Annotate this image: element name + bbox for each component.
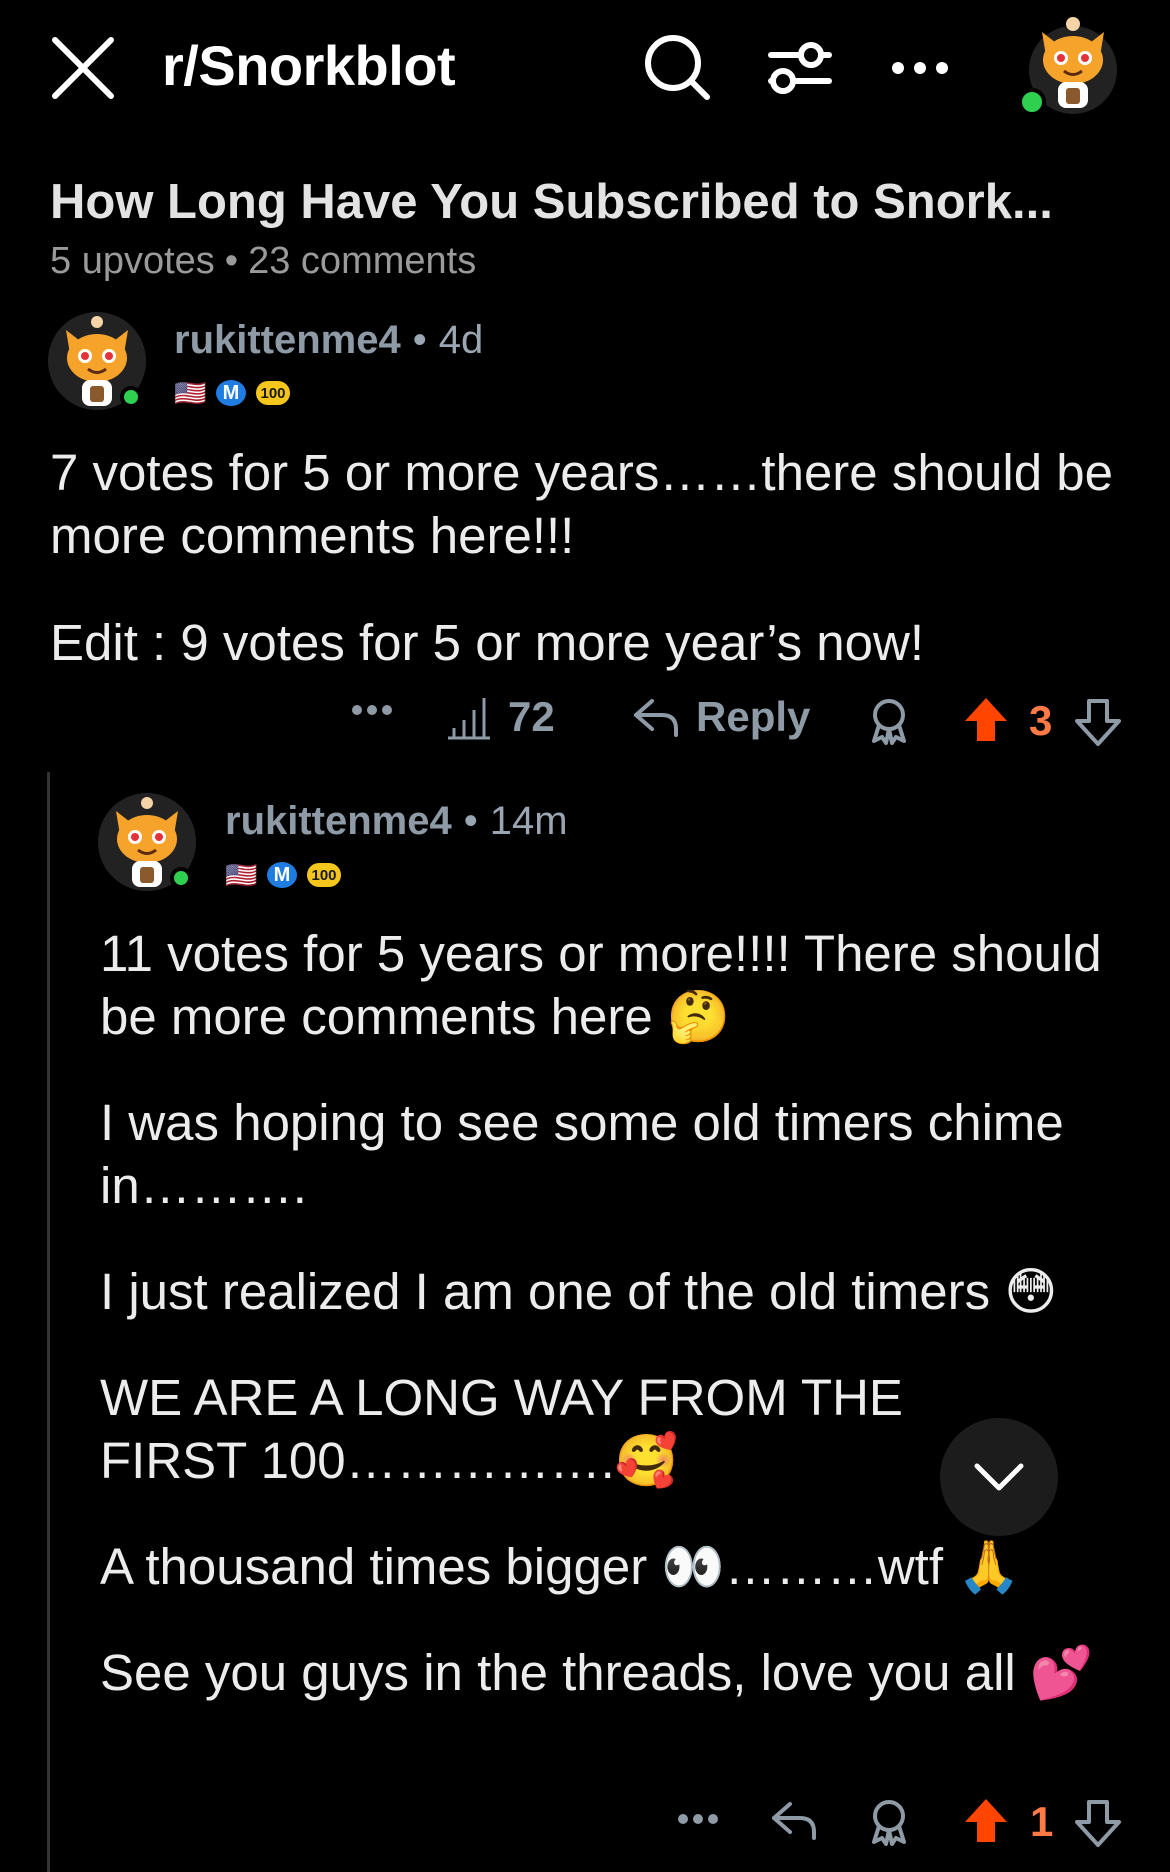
top-bar: r/Snorkblot bbox=[0, 0, 1170, 130]
upvote-button[interactable] bbox=[962, 1796, 1010, 1846]
reply-button[interactable] bbox=[770, 1798, 818, 1842]
comment-age: 14m bbox=[489, 799, 568, 843]
comment-age: 4d bbox=[438, 318, 484, 362]
post-title[interactable]: How Long Have You Subscribed to Snork... bbox=[50, 172, 1140, 232]
downvote-button[interactable] bbox=[1074, 1798, 1122, 1848]
reply-button[interactable]: Reply bbox=[632, 693, 810, 741]
user-flair: 🇺🇸 M 100 bbox=[174, 380, 290, 406]
hundred-badge: 100 bbox=[256, 381, 290, 405]
reply-label: Reply bbox=[696, 693, 811, 740]
author-separator: • bbox=[412, 318, 427, 362]
comment-avatar[interactable] bbox=[48, 312, 146, 410]
us-flag-icon: 🇺🇸 bbox=[225, 860, 258, 890]
filter-icon bbox=[768, 42, 832, 94]
comment-paragraph: 7 votes for 5 or more years……there shoul… bbox=[50, 444, 1114, 564]
us-flag-icon: 🇺🇸 bbox=[174, 378, 207, 408]
comment-paragraph: Edit : 9 votes for 5 or more year’s now! bbox=[50, 614, 924, 671]
score: 1 bbox=[1030, 1798, 1054, 1845]
comment-actions: 72 Reply 3 bbox=[0, 693, 1170, 753]
comment-author-line: rukittenme4 • 14m bbox=[225, 797, 568, 845]
filter-button[interactable] bbox=[762, 30, 838, 106]
upvote-button[interactable] bbox=[962, 695, 1010, 745]
comment-paragraph: WE ARE A LONG WAY FROM THE FIRST 100…………… bbox=[100, 1369, 903, 1489]
comment-author-line: rukittenme4 • 4d bbox=[174, 316, 483, 364]
comment-paragraph: See you guys in the threads, love you al… bbox=[100, 1644, 1094, 1701]
close-icon bbox=[52, 37, 114, 99]
reply-icon bbox=[772, 1802, 816, 1840]
reply-icon bbox=[634, 699, 678, 737]
post-meta: 5 upvotes • 23 comments bbox=[50, 238, 476, 284]
award-button[interactable] bbox=[866, 1798, 912, 1846]
online-status-dot bbox=[1018, 88, 1046, 116]
views-button[interactable]: 72 bbox=[446, 693, 555, 741]
comment-paragraph: I was hoping to see some old timers chim… bbox=[100, 1094, 1064, 1214]
comment-body: 7 votes for 5 or more years……there shoul… bbox=[50, 441, 1130, 674]
comment-more-button[interactable] bbox=[350, 703, 394, 717]
views-count: 72 bbox=[508, 693, 555, 740]
upvote-arrow-icon bbox=[965, 698, 1007, 741]
comment-paragraph: I just realized I am one of the old time… bbox=[100, 1263, 1058, 1320]
user-flair: 🇺🇸 M 100 bbox=[225, 862, 341, 888]
comment-author[interactable]: rukittenme4 bbox=[174, 318, 401, 362]
award-icon bbox=[872, 699, 906, 745]
views-chart-icon bbox=[448, 698, 490, 740]
online-status-dot bbox=[120, 386, 142, 408]
downvote-arrow-icon bbox=[1075, 699, 1121, 746]
author-separator: • bbox=[463, 799, 478, 843]
award-button[interactable] bbox=[866, 697, 912, 745]
downvote-arrow-icon bbox=[1075, 1800, 1121, 1847]
meta-separator: • bbox=[224, 240, 239, 282]
user-avatar[interactable] bbox=[1018, 16, 1122, 116]
thread-line[interactable] bbox=[47, 772, 50, 1872]
comment-more-button[interactable] bbox=[676, 1812, 720, 1826]
more-icon bbox=[352, 705, 392, 715]
scroll-down-button[interactable] bbox=[940, 1418, 1058, 1536]
comment-body: 11 votes for 5 years or more!!!! There s… bbox=[100, 922, 1130, 1704]
more-options-button[interactable] bbox=[882, 30, 958, 106]
subreddit-title[interactable]: r/Snorkblot bbox=[162, 34, 456, 98]
score: 3 bbox=[1029, 697, 1053, 744]
hundred-badge: 100 bbox=[307, 863, 341, 887]
m-badge: M bbox=[216, 380, 246, 406]
upvote-count: 5 upvotes bbox=[50, 240, 215, 282]
search-icon bbox=[645, 35, 710, 100]
more-icon bbox=[892, 62, 948, 74]
more-icon bbox=[678, 1814, 718, 1824]
chevron-down-icon bbox=[974, 1463, 1024, 1491]
comment-count: 23 comments bbox=[248, 240, 477, 282]
comment-paragraph: A thousand times bigger 👀………wtf 🙏 bbox=[100, 1538, 1021, 1595]
close-button[interactable] bbox=[48, 33, 118, 103]
comment-avatar[interactable] bbox=[98, 793, 196, 891]
online-status-dot bbox=[170, 867, 192, 889]
award-icon bbox=[872, 1800, 906, 1846]
comment-author[interactable]: rukittenme4 bbox=[225, 799, 452, 843]
comment-paragraph: 11 votes for 5 years or more!!!! There s… bbox=[100, 925, 1102, 1045]
comment-actions: 1 bbox=[0, 1790, 1170, 1850]
downvote-button[interactable] bbox=[1074, 697, 1122, 747]
search-button[interactable] bbox=[640, 30, 716, 106]
m-badge: M bbox=[267, 862, 297, 888]
upvote-arrow-icon bbox=[965, 1799, 1007, 1842]
